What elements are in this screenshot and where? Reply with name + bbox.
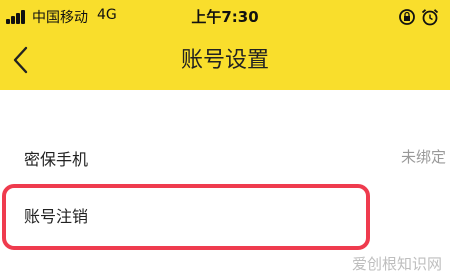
status-bar: 中国移动 4G 上午7:30 [0,0,450,34]
status-time: 上午7:30 [191,8,259,26]
settings-row-security-phone[interactable]: 密保手机 未绑定 [0,133,450,183]
settings-row-label: 密保手机 [24,150,89,169]
app-header: 中国移动 4G 上午7:30 账号设置 [0,0,450,90]
alarm-clock-icon [421,9,439,26]
page-title: 账号设置 [180,48,269,73]
status-icons [398,8,442,26]
rotation-lock-icon [399,9,415,25]
nav-bar: 账号设置 [0,34,450,90]
settings-row-value: 未绑定 [400,148,446,166]
highlight-box [2,184,370,250]
watermark: 爱创根知识网 [351,255,442,273]
